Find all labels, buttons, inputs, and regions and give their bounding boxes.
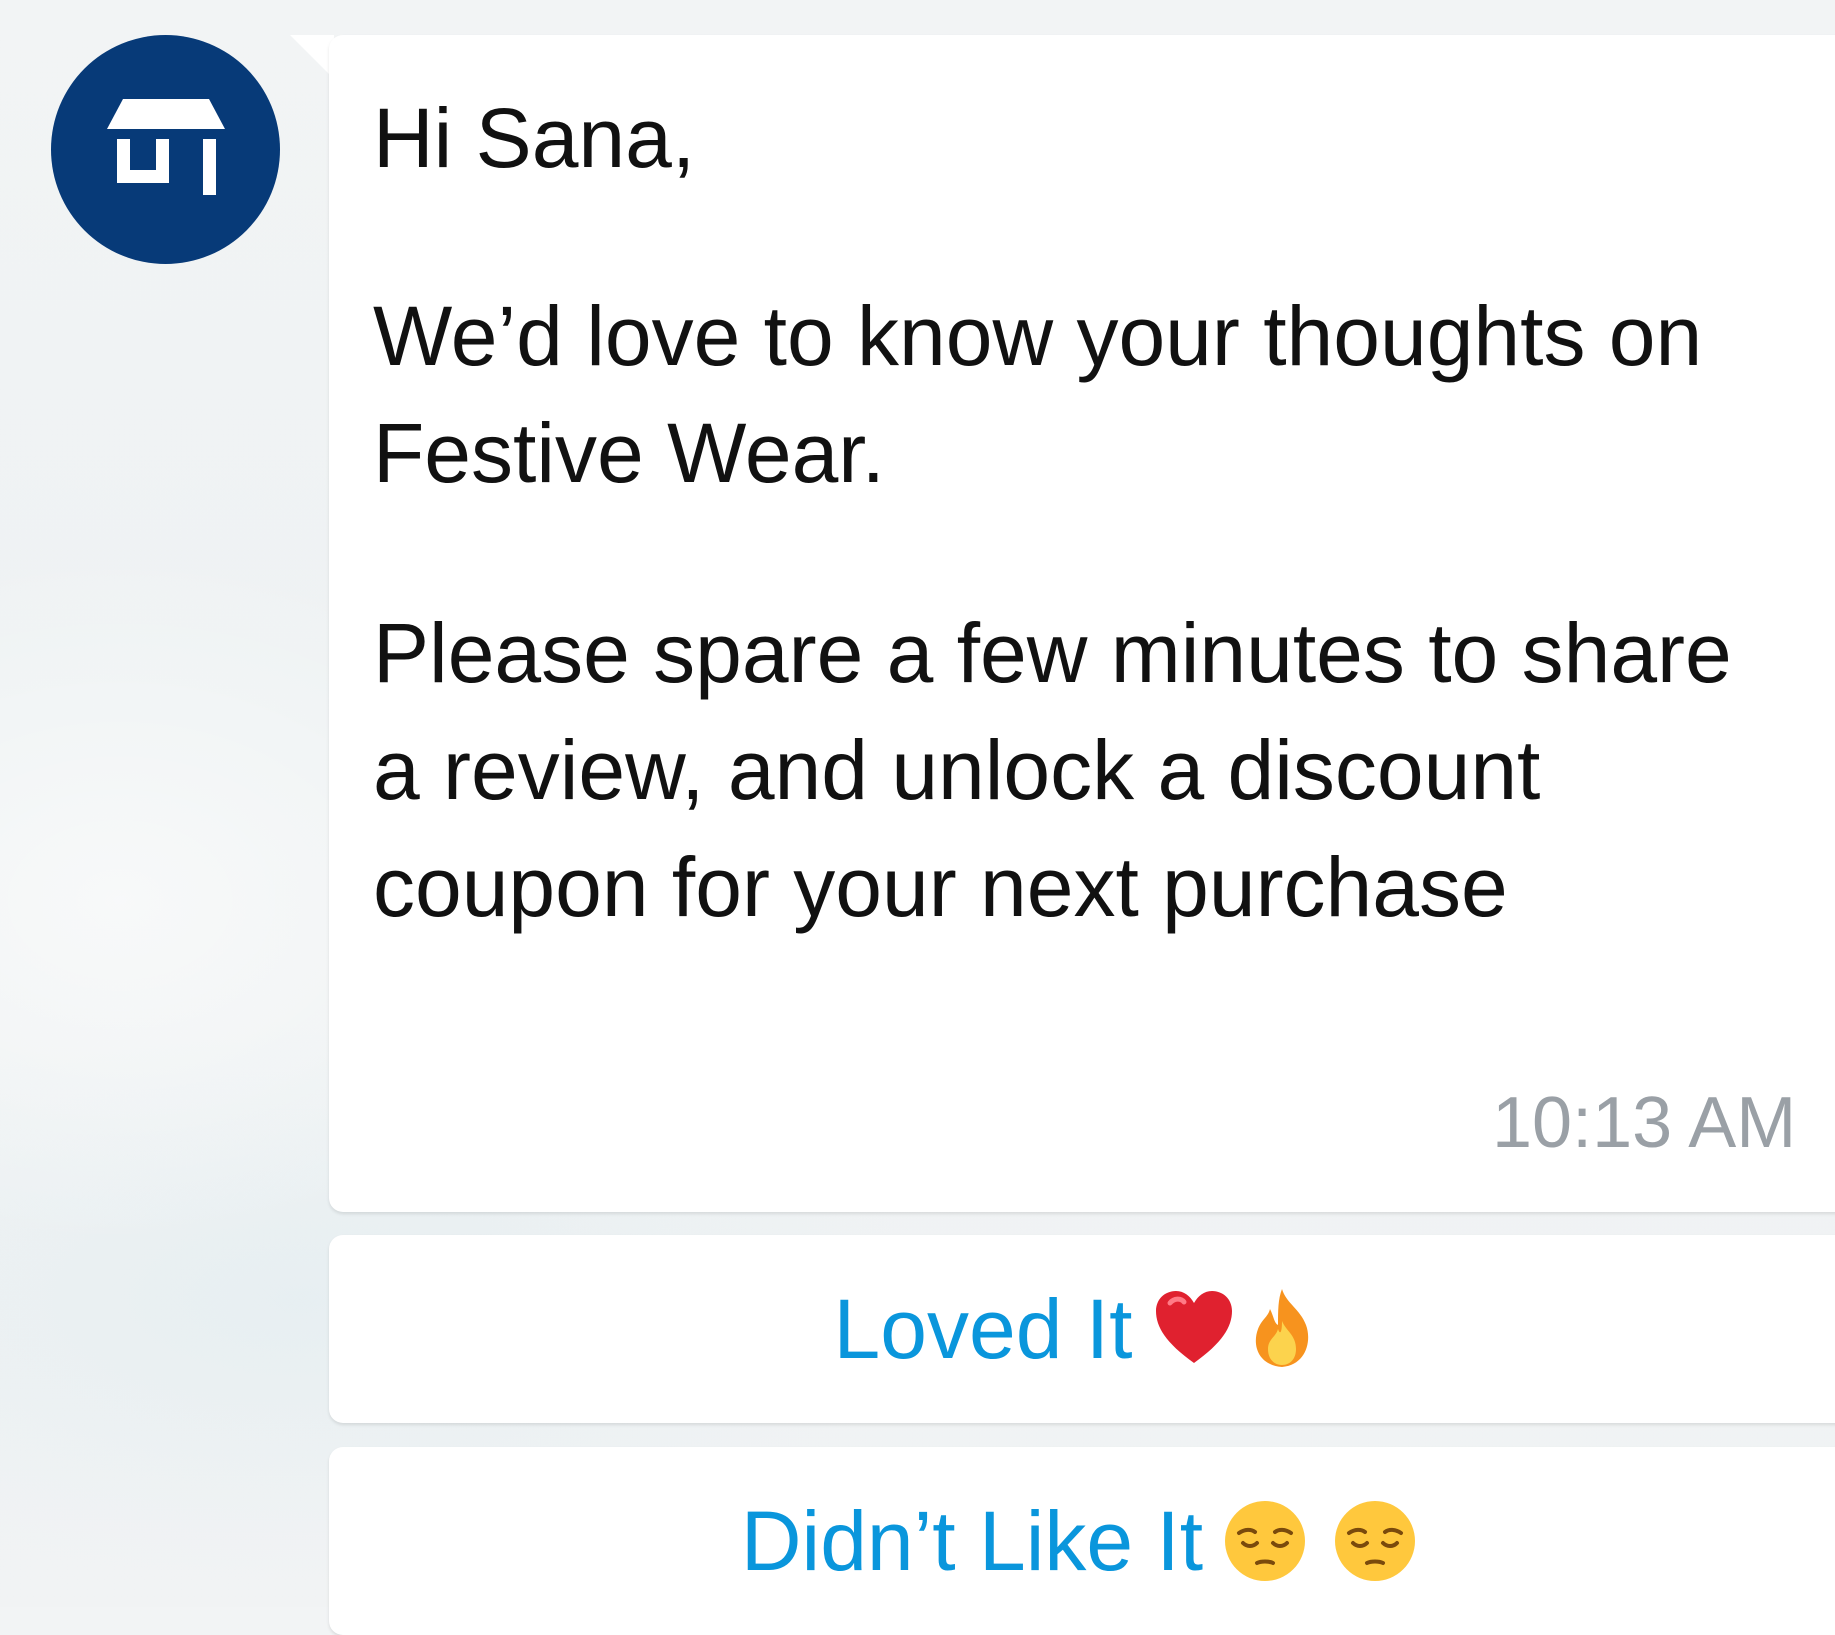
quick-reply-loved-it-button[interactable]: Loved It: [329, 1235, 1835, 1423]
store-icon: [106, 99, 225, 200]
quick-reply-label: Loved It: [833, 1282, 1133, 1376]
message-paragraph: We’d love to know your thoughts on Festi…: [373, 289, 1703, 500]
pensive-face-icon: [1333, 1499, 1417, 1583]
message-bubble-tail: [290, 35, 334, 79]
message-timestamp: 10:13 AM: [1492, 1083, 1797, 1163]
fire-emoji-icon: [1240, 1287, 1324, 1371]
message-greeting: Hi Sana,: [373, 91, 696, 185]
message-paragraph: Please spare a few minutes to share a re…: [373, 606, 1732, 934]
heart-emoji-icon: [1152, 1287, 1236, 1371]
quick-reply-label: Didn’t Like It: [740, 1494, 1204, 1588]
sender-avatar[interactable]: [51, 35, 280, 264]
pensive-face-icon: [1223, 1499, 1307, 1583]
